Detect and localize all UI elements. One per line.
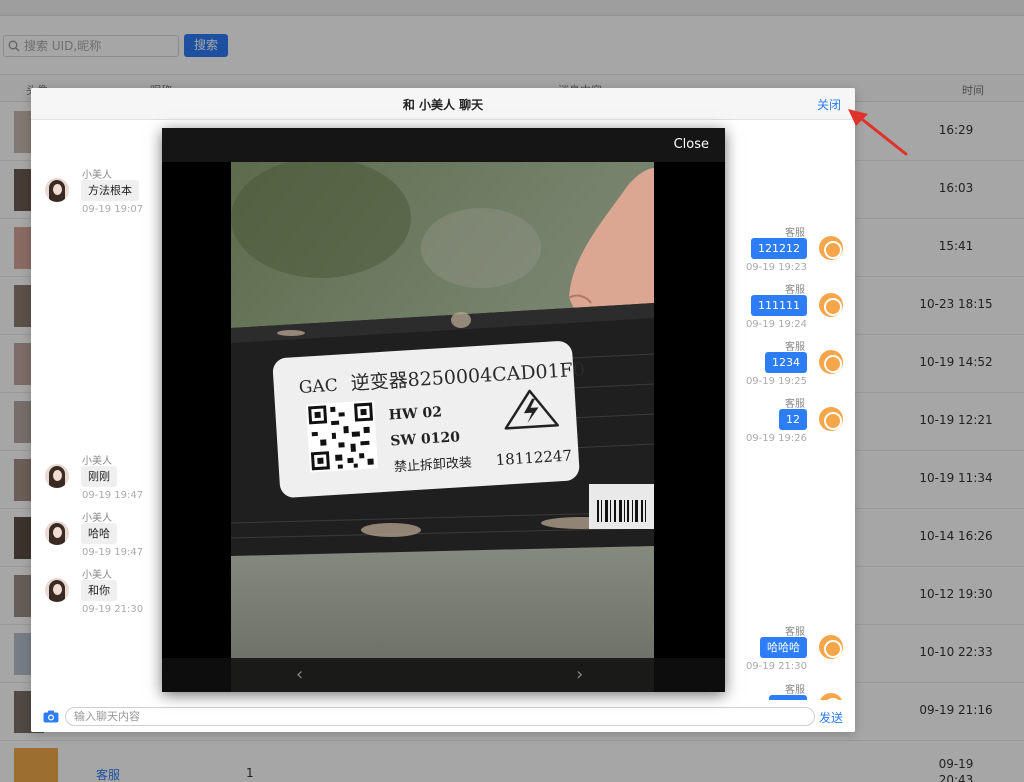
message-sender: 客服	[785, 685, 805, 696]
message-bubble: 12	[779, 409, 807, 430]
next-image-button[interactable]: ›	[576, 664, 583, 685]
avatar	[45, 178, 69, 202]
message-time: 09-19 19:23	[745, 262, 807, 273]
message-bubble: 哈哈哈	[760, 637, 807, 658]
avatar	[45, 464, 69, 488]
message-time: 09-19 19:47	[82, 490, 144, 501]
message-bubble: 和你	[81, 580, 117, 601]
message-time: 09-19 19:07	[82, 204, 144, 215]
message-bubble: 1234	[765, 352, 807, 373]
message-bubble: 方法根本	[81, 180, 139, 201]
message-time: 09-19 19:24	[745, 319, 807, 330]
inverter-label-photo: GAC 逆变器8250004CAD01F0 HW 02 SW 0120 禁止拆卸…	[231, 128, 654, 692]
viewer-close-button[interactable]: Close	[674, 137, 709, 152]
message-bubble: 哈哈	[81, 523, 117, 544]
chat-message-input[interactable]	[65, 707, 815, 726]
chat-close-button[interactable]: 关闭	[817, 96, 841, 113]
label-brand: GAC	[298, 376, 338, 398]
message-bubble: 121212	[751, 238, 807, 259]
chat-header: 和 小美人 聊天 关闭	[31, 88, 855, 120]
avatar	[45, 521, 69, 545]
message-sender: 客服	[785, 627, 805, 638]
label-hw-version: HW 02	[388, 404, 442, 423]
avatar	[819, 236, 843, 260]
camera-icon[interactable]	[43, 710, 59, 723]
message-sender: 小美人	[82, 170, 112, 181]
message-time: 09-19 21:30	[82, 604, 144, 615]
message-sender: 小美人	[82, 456, 112, 467]
message-time: 09-19 19:26	[745, 433, 807, 444]
image-viewer: GAC 逆变器8250004CAD01F0 HW 02 SW 0120 禁止拆卸…	[162, 128, 725, 692]
viewer-toolbar: Close	[162, 128, 725, 162]
message-sender: 小美人	[82, 513, 112, 524]
avatar	[45, 578, 69, 602]
message-time: 09-19 21:30	[745, 661, 807, 672]
viewer-navigation-bar	[162, 658, 725, 692]
annotation-arrow-icon	[848, 109, 908, 156]
message-bubble: 刚刚	[81, 466, 117, 487]
avatar	[819, 407, 843, 431]
avatar	[819, 635, 843, 659]
avatar	[819, 293, 843, 317]
message-time: 09-19 19:47	[82, 547, 144, 558]
previous-image-button[interactable]: ‹	[296, 664, 303, 685]
avatar	[819, 350, 843, 374]
chat-footer: 发送	[31, 700, 855, 732]
send-button[interactable]: 发送	[819, 709, 843, 726]
chat-title: 和 小美人 聊天	[402, 98, 484, 112]
message-sender: 客服	[785, 285, 805, 296]
message-sender: 客服	[785, 399, 805, 410]
message-sender: 小美人	[82, 570, 112, 581]
message-sender: 客服	[785, 228, 805, 239]
message-sender: 客服	[785, 342, 805, 353]
message-bubble: 111111	[751, 295, 807, 316]
message-time: 09-19 19:25	[745, 376, 807, 387]
